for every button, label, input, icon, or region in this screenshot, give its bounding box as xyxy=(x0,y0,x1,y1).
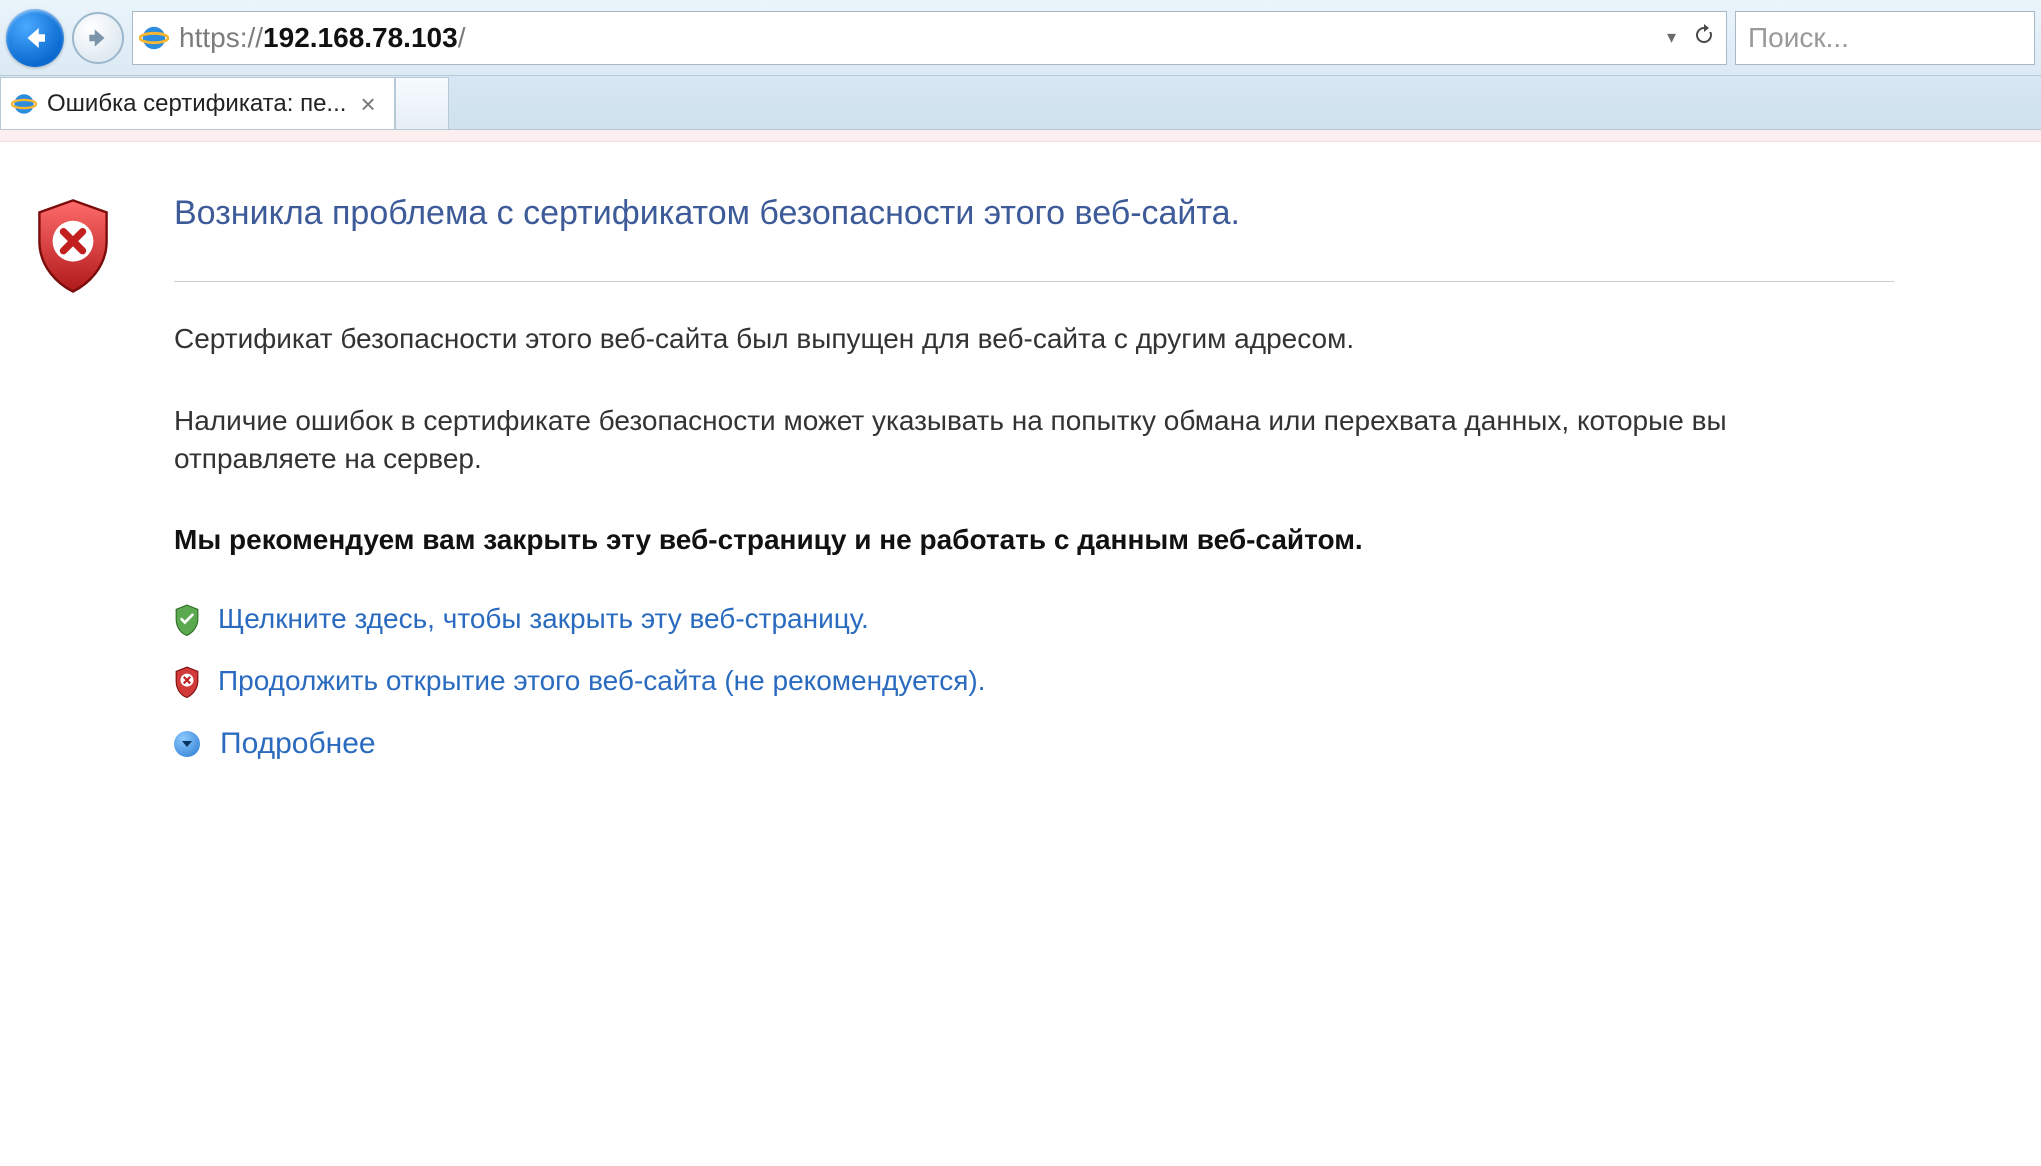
shield-warn-icon xyxy=(174,666,200,696)
search-box[interactable]: Поиск... xyxy=(1735,11,2035,65)
tab-title: Ошибка сертификата: пе... xyxy=(47,90,346,118)
more-info-toggle[interactable]: Подробнее xyxy=(174,727,1894,761)
browser-toolbar: https://192.168.78.103/ ▾ Поиск... xyxy=(0,0,2041,76)
address-url: https://192.168.78.103/ xyxy=(179,22,1651,54)
close-page-option: Щелкните здесь, чтобы закрыть эту веб-ст… xyxy=(174,603,1894,635)
ie-logo-icon xyxy=(11,91,37,117)
security-warning-strip xyxy=(0,130,2041,142)
refresh-button[interactable] xyxy=(1692,23,1716,52)
shield-ok-icon xyxy=(174,604,200,634)
url-path: / xyxy=(458,22,466,53)
address-dropdown-icon[interactable]: ▾ xyxy=(1661,27,1682,48)
url-scheme: https:// xyxy=(179,22,263,53)
tab-close-button[interactable]: × xyxy=(356,91,379,117)
close-page-link[interactable]: Щелкните здесь, чтобы закрыть эту веб-ст… xyxy=(218,603,869,635)
continue-option: Продолжить открытие этого веб-сайта (не … xyxy=(174,665,1894,697)
search-placeholder: Поиск... xyxy=(1748,22,1849,54)
new-tab-button[interactable] xyxy=(395,77,449,129)
continue-link[interactable]: Продолжить открытие этого веб-сайта (не … xyxy=(218,665,986,697)
tab-bar: Ошибка сертификата: пе... × xyxy=(0,76,2041,130)
chevron-down-icon xyxy=(174,731,200,757)
more-info-label: Подробнее xyxy=(220,727,376,761)
back-button[interactable] xyxy=(6,9,64,67)
ie-logo-icon xyxy=(139,23,169,53)
cert-risk-text: Наличие ошибок в сертификате безопасност… xyxy=(174,402,1814,478)
cert-reason-text: Сертификат безопасности этого веб-сайта … xyxy=(174,320,1814,358)
tab-active[interactable]: Ошибка сертификата: пе... × xyxy=(0,77,395,129)
recommendation-text: Мы рекомендуем вам закрыть эту веб-стран… xyxy=(174,521,1814,559)
address-bar[interactable]: https://192.168.78.103/ ▾ xyxy=(132,11,1727,65)
divider xyxy=(174,281,1894,282)
page-heading: Возникла проблема с сертификатом безопас… xyxy=(174,194,1894,233)
forward-button[interactable] xyxy=(72,12,124,64)
certificate-error-page: Возникла проблема с сертификатом безопас… xyxy=(0,142,2041,761)
shield-error-icon xyxy=(34,194,124,761)
url-host: 192.168.78.103 xyxy=(263,22,458,53)
